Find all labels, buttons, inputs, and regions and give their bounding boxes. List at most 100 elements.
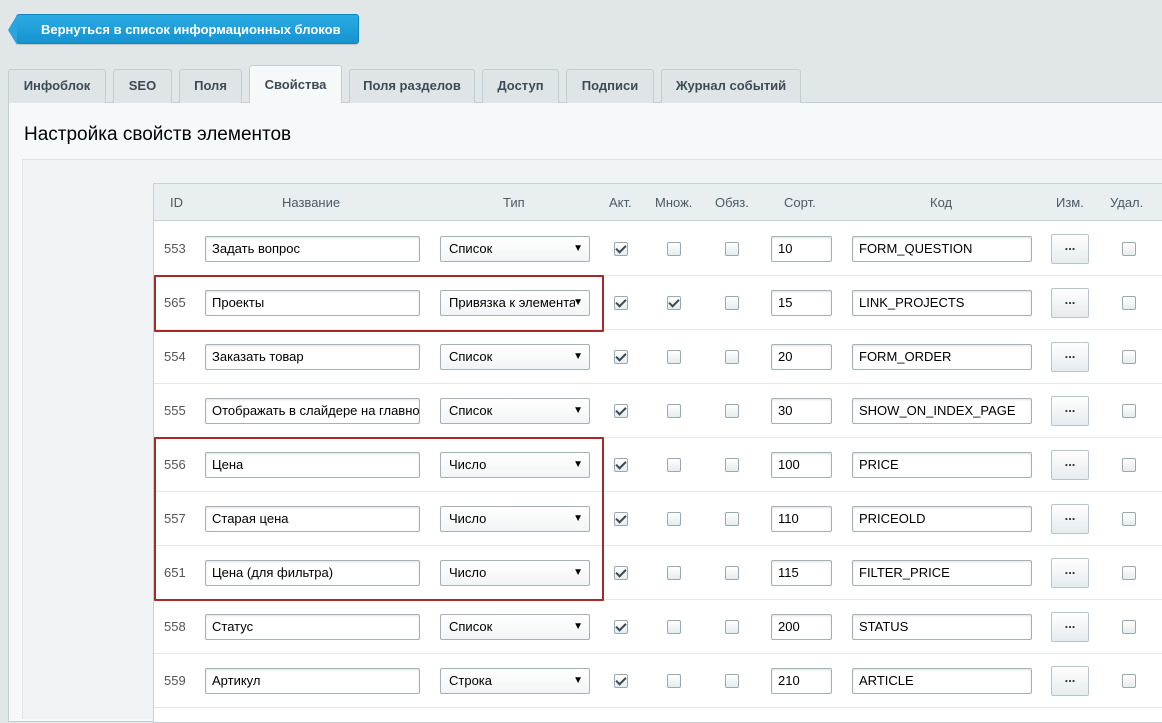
property-name-input[interactable]: Артикул [205,668,420,694]
active-checkbox[interactable] [614,512,628,526]
sort-input[interactable]: 30 [771,398,832,424]
tab-seo[interactable]: SEO [113,69,172,103]
edit-property-button[interactable]: ... [1051,450,1089,480]
edit-property-button[interactable]: ... [1051,288,1089,318]
required-checkbox[interactable] [725,404,739,418]
property-type-value: Список [449,619,493,634]
edit-property-button[interactable]: ... [1051,558,1089,588]
property-type-select[interactable]: Список ▼ [440,398,590,424]
required-checkbox[interactable] [725,350,739,364]
code-input[interactable]: FILTER_PRICE [852,560,1032,586]
delete-checkbox[interactable] [1122,566,1136,580]
tab-fields[interactable]: Поля [179,69,242,103]
required-checkbox[interactable] [725,512,739,526]
required-checkbox[interactable] [725,296,739,310]
edit-property-button[interactable]: ... [1051,612,1089,642]
required-checkbox[interactable] [725,674,739,688]
edit-property-button[interactable]: ... [1051,342,1089,372]
property-name-input[interactable]: Статус [205,614,420,640]
property-type-value: Список [449,241,493,256]
page-title: Настройка свойств элементов [24,124,292,145]
multiple-checkbox[interactable] [667,350,681,364]
property-name-input[interactable]: Отображать в слайдере на главной [205,398,420,424]
highlight-box-prices [154,437,604,601]
property-name-input[interactable]: Задать вопрос [205,236,420,262]
tab-iblock[interactable]: Инфоблок [8,69,106,103]
triangle-down-icon: ▼ [573,675,583,686]
delete-checkbox[interactable] [1122,242,1136,256]
property-type-select[interactable]: Список ▼ [440,344,590,370]
sort-input[interactable]: 110 [771,506,832,532]
sort-input[interactable]: 115 [771,560,832,586]
code-input[interactable]: LINK_PROJECTS [852,290,1032,316]
code-input[interactable]: ARTICLE [852,668,1032,694]
property-type-select[interactable]: Список ▼ [440,236,590,262]
active-checkbox[interactable] [614,620,628,634]
property-name-input[interactable]: Заказать товар [205,344,420,370]
multiple-checkbox[interactable] [667,620,681,634]
top-bar: Вернуться в список информационных блоков [0,0,1162,54]
code-input[interactable]: FORM_QUESTION [852,236,1032,262]
sort-input[interactable]: 20 [771,344,832,370]
tab-access[interactable]: Доступ [482,69,559,103]
highlight-box-projects [154,275,604,332]
header-code: Код [930,195,953,210]
tab-properties[interactable]: Свойства [249,65,342,103]
edit-property-button[interactable]: ... [1051,666,1089,696]
row-id: 559 [164,673,186,688]
active-checkbox[interactable] [614,296,628,310]
code-input[interactable]: FORM_ORDER [852,344,1032,370]
multiple-checkbox[interactable] [667,674,681,688]
delete-checkbox[interactable] [1122,296,1136,310]
sort-input[interactable]: 15 [771,290,832,316]
multiple-checkbox[interactable] [667,512,681,526]
delete-checkbox[interactable] [1122,404,1136,418]
sort-input[interactable]: 200 [771,614,832,640]
active-checkbox[interactable] [614,242,628,256]
delete-checkbox[interactable] [1122,350,1136,364]
delete-checkbox[interactable] [1122,512,1136,526]
edit-property-button[interactable]: ... [1051,504,1089,534]
code-input[interactable]: STATUS [852,614,1032,640]
multiple-checkbox[interactable] [667,458,681,472]
property-type-select[interactable]: Строка ▼ [440,668,590,694]
header-edit: Изм. [1056,195,1084,210]
active-checkbox[interactable] [614,350,628,364]
header-active: Акт. [609,195,632,210]
active-checkbox[interactable] [614,566,628,580]
multiple-checkbox[interactable] [667,296,681,310]
back-to-iblock-list-button[interactable]: Вернуться в список информационных блоков [8,14,359,45]
required-checkbox[interactable] [725,242,739,256]
code-input[interactable]: PRICEOLD [852,506,1032,532]
edit-property-button[interactable]: ... [1051,234,1089,264]
tab-event-log[interactable]: Журнал событий [661,69,801,103]
multiple-checkbox[interactable] [667,242,681,256]
property-type-value: Строка [449,673,493,688]
required-checkbox[interactable] [725,458,739,472]
header-multiple: Множ. [655,195,693,210]
sort-input[interactable]: 210 [771,668,832,694]
triangle-down-icon: ▼ [573,405,583,416]
code-input[interactable]: SHOW_ON_INDEX_PAGE [852,398,1032,424]
tab-section-fields[interactable]: Поля разделов [349,69,475,103]
delete-checkbox[interactable] [1122,620,1136,634]
header-name: Название [282,195,341,210]
active-checkbox[interactable] [614,404,628,418]
sort-input[interactable]: 10 [771,236,832,262]
multiple-checkbox[interactable] [667,566,681,580]
sort-input[interactable]: 100 [771,452,832,478]
required-checkbox[interactable] [725,566,739,580]
tab-captions[interactable]: Подписи [566,69,654,103]
required-checkbox[interactable] [725,620,739,634]
delete-checkbox[interactable] [1122,674,1136,688]
row-id: 554 [164,349,186,364]
property-type-select[interactable]: Список ▼ [440,614,590,640]
multiple-checkbox[interactable] [667,404,681,418]
delete-checkbox[interactable] [1122,458,1136,472]
header-sort: Сорт. [784,195,816,210]
edit-property-button[interactable]: ... [1051,396,1089,426]
active-checkbox[interactable] [614,458,628,472]
code-input[interactable]: PRICE [852,452,1032,478]
active-checkbox[interactable] [614,674,628,688]
header-required: Обяз. [715,195,749,210]
